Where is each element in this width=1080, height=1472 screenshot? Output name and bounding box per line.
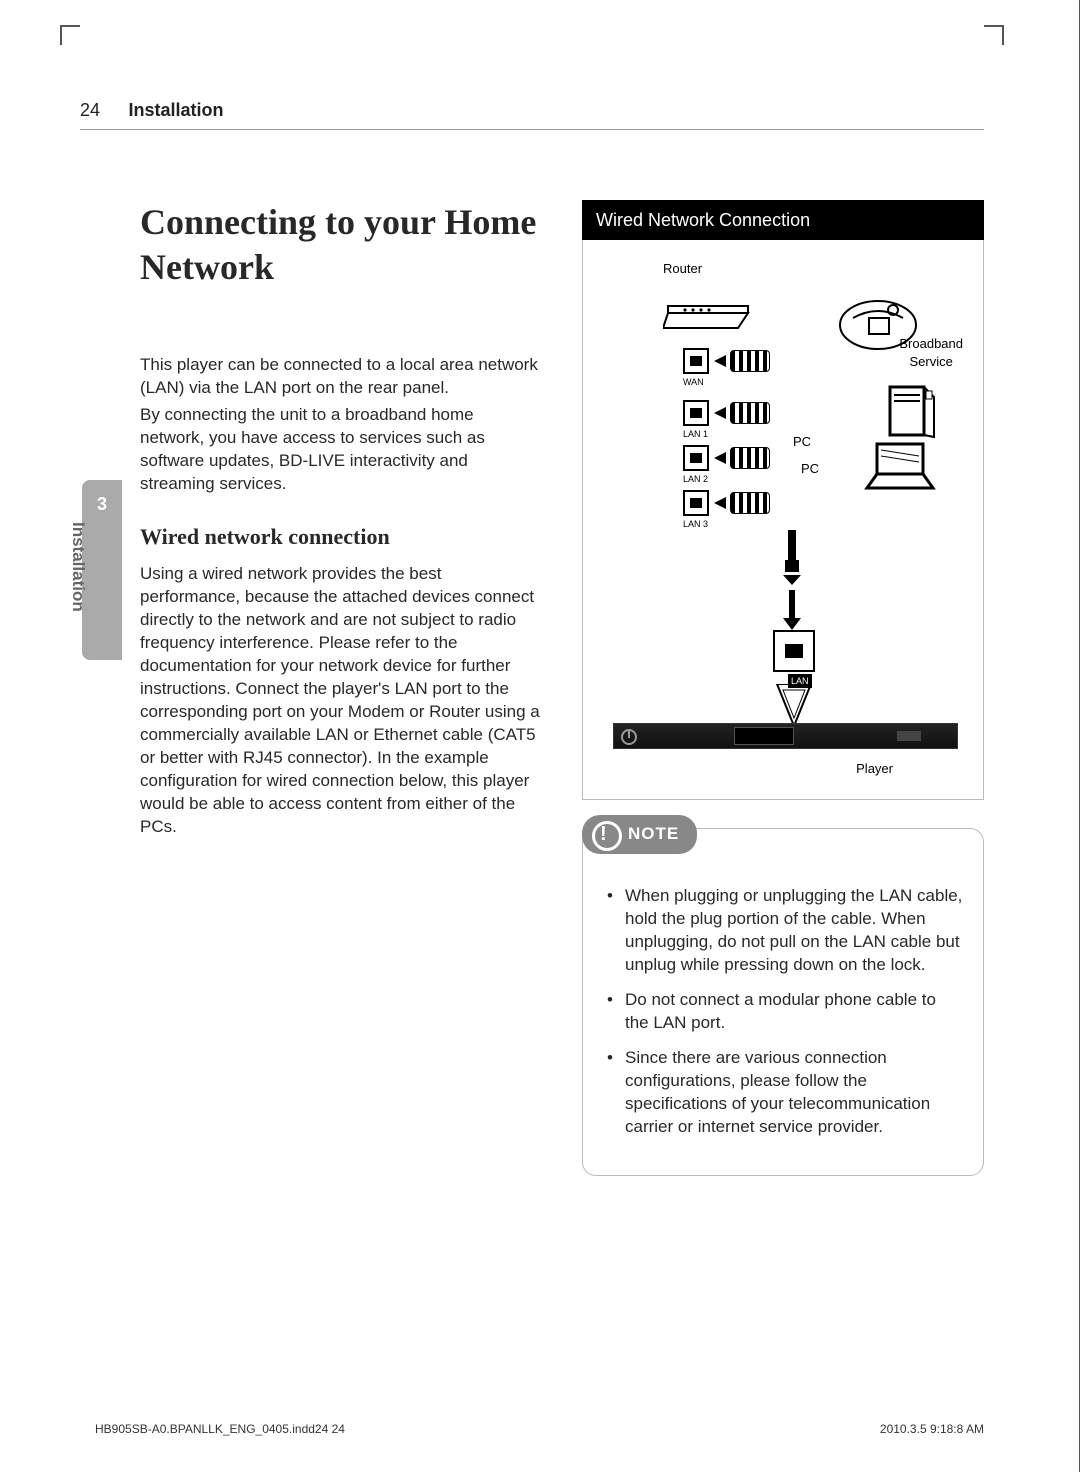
crop-mark-top-right	[984, 25, 1004, 45]
footer-timestamp: 2010.3.5 9:18:8 AM	[880, 1422, 984, 1436]
down-arrow-icon	[783, 530, 801, 585]
broadband-label: Broadband Service	[899, 335, 963, 370]
side-tab-label: Installation	[68, 522, 88, 612]
arrow-left-icon	[714, 497, 726, 509]
lan-port-icon	[785, 644, 803, 658]
page-header: 24 Installation	[80, 100, 984, 130]
player-label: Player	[856, 760, 893, 778]
page-title: Connecting to your Home Network	[140, 200, 542, 290]
network-diagram: Router Broadband Service	[582, 240, 984, 800]
intro-paragraph-1: This player can be connected to a local …	[140, 354, 542, 400]
slot-icon	[897, 731, 921, 741]
player-icon	[613, 723, 958, 749]
body-paragraph: Using a wired network provides the best …	[140, 563, 542, 838]
cable-icon	[730, 492, 770, 514]
lan1-port-row	[683, 400, 770, 426]
diagram-title: Wired Network Connection	[582, 200, 984, 240]
chapter-number: 3	[97, 494, 107, 515]
page-number: 24	[80, 100, 100, 120]
down-triangle-icon	[769, 684, 819, 728]
router-icon	[663, 298, 753, 338]
port-icon	[683, 348, 709, 374]
arrow-left-icon	[714, 452, 726, 464]
right-column: Wired Network Connection Router Broadban	[582, 200, 984, 1176]
content-columns: Connecting to your Home Network This pla…	[80, 200, 984, 1176]
note-item: Since there are various connection confi…	[607, 1047, 963, 1139]
page: 24 Installation 3 Installation Connectin…	[0, 0, 1080, 1472]
lan2-port-row	[683, 445, 770, 471]
cable-icon	[730, 350, 770, 372]
arrow-left-icon	[714, 407, 726, 419]
down-arrow-icon	[783, 590, 801, 630]
left-column: Connecting to your Home Network This pla…	[140, 200, 542, 1176]
power-icon	[620, 728, 638, 746]
pc-label-1: PC	[793, 433, 811, 451]
cable-icon	[730, 447, 770, 469]
section-heading: Installation	[128, 100, 223, 120]
port-icon	[683, 490, 709, 516]
port-icon	[683, 445, 709, 471]
laptop-icon	[863, 440, 938, 495]
wan-port-row	[683, 348, 770, 374]
arrow-left-icon	[714, 355, 726, 367]
router-label: Router	[663, 260, 702, 278]
note-box: NOTE When plugging or unplugging the LAN…	[582, 828, 984, 1175]
pc-tower-icon	[888, 385, 943, 440]
page-footer: HB905SB-A0.BPANLLK_ENG_0405.indd24 24 20…	[95, 1422, 984, 1436]
display-icon	[734, 727, 794, 745]
cable-icon	[730, 402, 770, 424]
lan1-label: LAN 1	[683, 428, 708, 440]
footer-file: HB905SB-A0.BPANLLK_ENG_0405.indd24 24	[95, 1422, 345, 1436]
lan-connector-box	[773, 630, 815, 672]
pc-label-2: PC	[801, 460, 819, 478]
wan-label: WAN	[683, 376, 704, 388]
note-heading: NOTE	[582, 815, 697, 854]
note-item: When plugging or unplugging the LAN cabl…	[607, 885, 963, 977]
port-icon	[683, 400, 709, 426]
note-item: Do not connect a modular phone cable to …	[607, 989, 963, 1035]
intro-paragraph-2: By connecting the unit to a broadband ho…	[140, 404, 542, 496]
lan2-label: LAN 2	[683, 473, 708, 485]
note-list: When plugging or unplugging the LAN cabl…	[603, 885, 963, 1138]
crop-mark-top-left	[60, 25, 80, 45]
side-tab: 3	[82, 480, 122, 660]
subheading: Wired network connection	[140, 522, 542, 552]
lan3-label: LAN 3	[683, 518, 708, 530]
lan3-port-row	[683, 490, 770, 516]
